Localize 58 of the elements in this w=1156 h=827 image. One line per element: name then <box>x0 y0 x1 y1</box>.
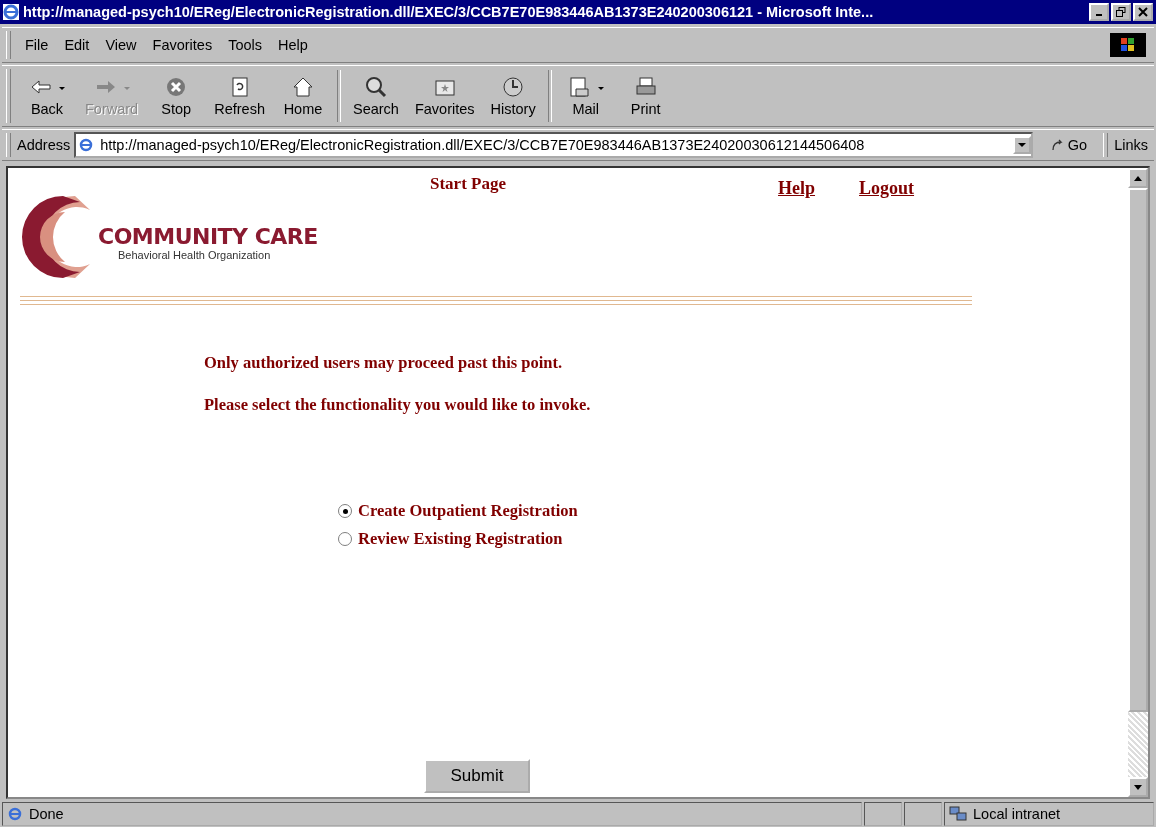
restore-button[interactable] <box>1111 3 1131 21</box>
toolbar-button[interactable]: Stop <box>146 73 207 119</box>
message-text: Please select the functionality you would like to invoke. <box>204 395 592 415</box>
menu-item[interactable]: Tools <box>220 37 271 53</box>
menu-item[interactable]: File <box>17 37 57 53</box>
scroll-down-button[interactable] <box>1128 777 1148 797</box>
status-pane <box>904 802 942 826</box>
header-link[interactable]: Help <box>778 178 816 199</box>
history-icon <box>501 75 526 99</box>
toolbar-button[interactable]: Mail <box>555 73 616 119</box>
zone-text: Local intranet <box>973 806 1061 822</box>
toolbar-button[interactable]: Home <box>272 73 333 119</box>
toolbar-button[interactable]: Refresh <box>206 73 273 119</box>
up-arrow-icon <box>1134 175 1142 181</box>
header-link[interactable]: Logout <box>859 178 915 199</box>
page-icon <box>7 806 23 822</box>
caret-icon <box>1017 142 1026 148</box>
menu-item[interactable]: View <box>97 37 145 53</box>
minimize-button[interactable] <box>1089 3 1109 21</box>
message-text: Only authorized users may proceed past this point. <box>204 353 564 373</box>
status-pane <box>864 802 902 826</box>
browser-icon <box>3 4 19 20</box>
dropdown-button[interactable] <box>1012 136 1031 154</box>
menu-item[interactable]: Edit <box>56 37 98 53</box>
links-button[interactable]: Links <box>1114 137 1148 153</box>
search-icon <box>363 75 388 99</box>
radio-button[interactable] <box>338 504 352 518</box>
mail-icon <box>567 75 592 99</box>
logo-tagline: Behavioral Health Organization <box>118 248 272 261</box>
go-button[interactable]: Go <box>1044 136 1094 154</box>
toolbar-button[interactable]: Search <box>344 73 407 119</box>
address-field[interactable]: http://managed-psych10/EReg/ElectronicRegistration.dll/EXEC/3/CCB7E70E983446AB1373E24020030612144506408 <box>74 132 1033 158</box>
toolbar-button[interactable]: Back <box>17 73 77 119</box>
scrollbar-thumb[interactable] <box>1128 188 1148 712</box>
toolbar-button[interactable]: Favorites <box>406 73 483 119</box>
network-icon <box>949 806 967 822</box>
toolbar-button[interactable]: Print <box>615 73 676 119</box>
option-label: Review Existing Registration <box>358 529 563 549</box>
menu-item[interactable]: Favorites <box>144 37 221 53</box>
toolbar-button[interactable]: History <box>482 73 544 119</box>
arrow-icon <box>1050 138 1065 152</box>
page-heading: Start Page <box>430 174 506 194</box>
restore-icon <box>1116 7 1126 17</box>
status-text: Done <box>29 806 64 822</box>
scroll-up-button[interactable] <box>1128 168 1148 188</box>
page-icon <box>78 137 95 153</box>
close-icon <box>1138 7 1148 17</box>
windows-logo-icon <box>1110 33 1146 57</box>
radio-button[interactable] <box>338 532 352 546</box>
submit-button[interactable]: Submit <box>424 759 530 793</box>
window-title: http://managed-psych10/EReg/ElectronicRegistration.dll/EXEC/3/CCB7E70E983446AB1373E240200306121 - Microsoft Inte... <box>23 4 875 20</box>
menu-item[interactable]: Help <box>270 37 316 53</box>
close-button[interactable] <box>1133 3 1153 21</box>
address-label: Address <box>17 137 71 153</box>
option-label: Create Outpatient Registration <box>358 501 578 521</box>
logo-name: COMMUNITY CARE <box>98 223 318 249</box>
down-arrow-icon <box>1134 784 1142 790</box>
minimize-icon <box>1096 14 1102 16</box>
